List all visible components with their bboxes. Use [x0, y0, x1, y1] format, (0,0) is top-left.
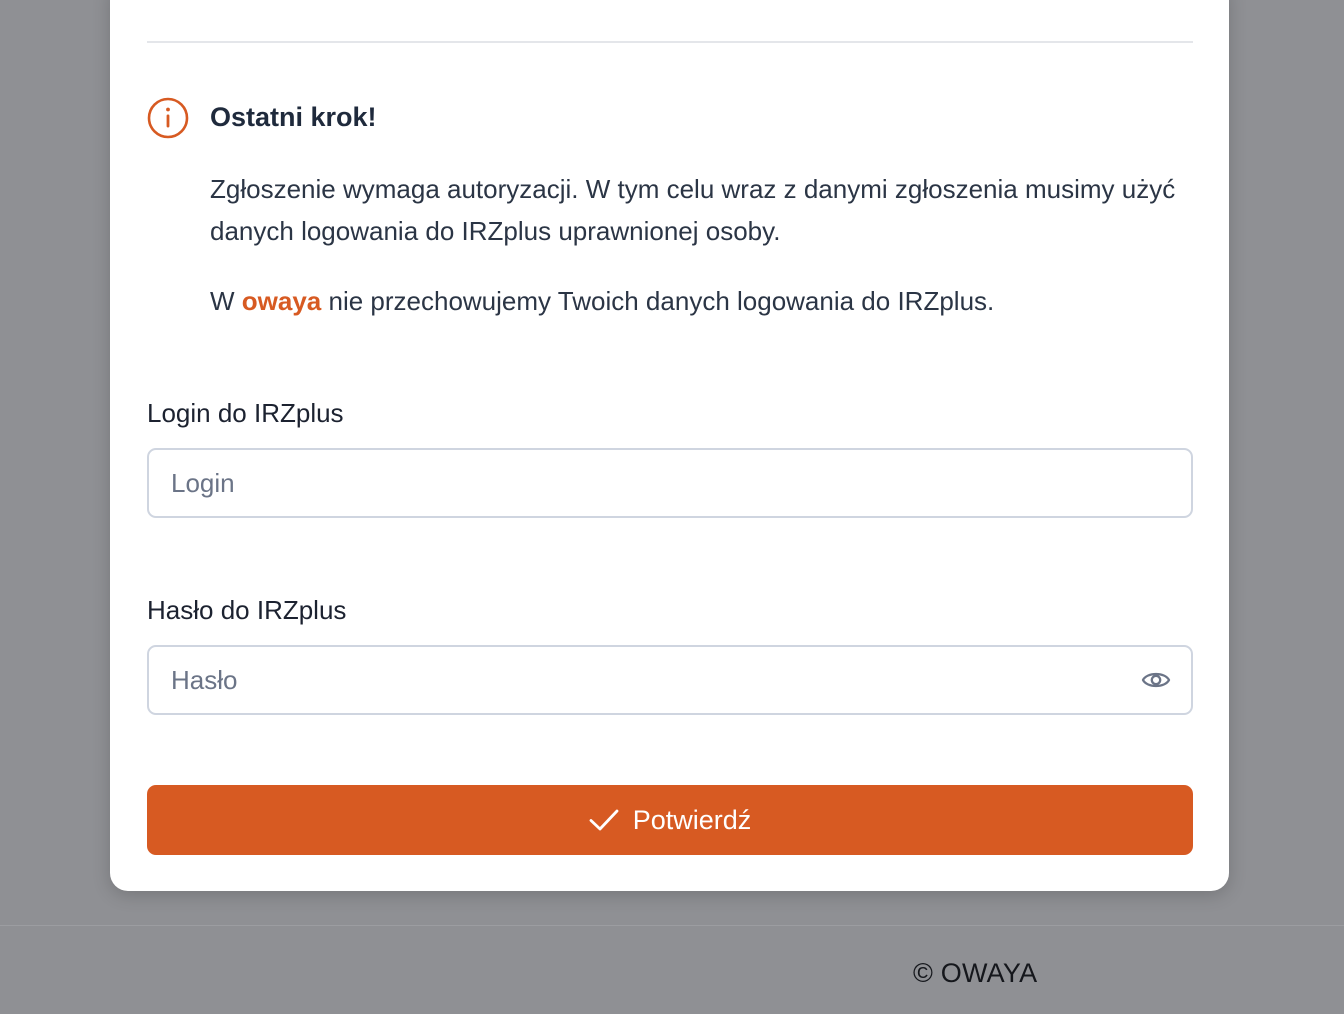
confirm-button-label: Potwierdź [632, 804, 752, 835]
confirm-button[interactable]: Potwierdź [147, 785, 1193, 855]
login-label: Login do IRZplus [147, 398, 344, 428]
login-input[interactable] [171, 450, 1121, 516]
password-label: Hasło do IRZplus [147, 595, 347, 625]
password-input[interactable] [171, 647, 1121, 713]
login-field-box [147, 448, 1193, 518]
authorization-modal: Ostatni krok! Zgłoszenie wymaga autoryza… [110, 0, 1229, 891]
modal-divider [147, 41, 1193, 43]
notice-privacy-suffix: nie przechowujemy Twoich danych logowani… [321, 286, 995, 316]
password-field-box [147, 645, 1193, 715]
notice-paragraph-authorization: Zgłoszenie wymaga autoryzacji. W tym cel… [210, 174, 1176, 246]
page-divider [0, 925, 1344, 926]
eye-icon[interactable] [1141, 667, 1171, 693]
notice-paragraph-privacy: W owaya nie przechowujemy Twoich danych … [210, 280, 1190, 322]
notice-title: Ostatni krok! [210, 102, 377, 132]
footer-copyright: © OWAYA [913, 958, 1038, 988]
info-circle-icon [147, 97, 189, 139]
brand-name: owaya [241, 286, 322, 316]
notice-privacy-prefix: W [210, 286, 242, 316]
check-icon [589, 809, 619, 831]
